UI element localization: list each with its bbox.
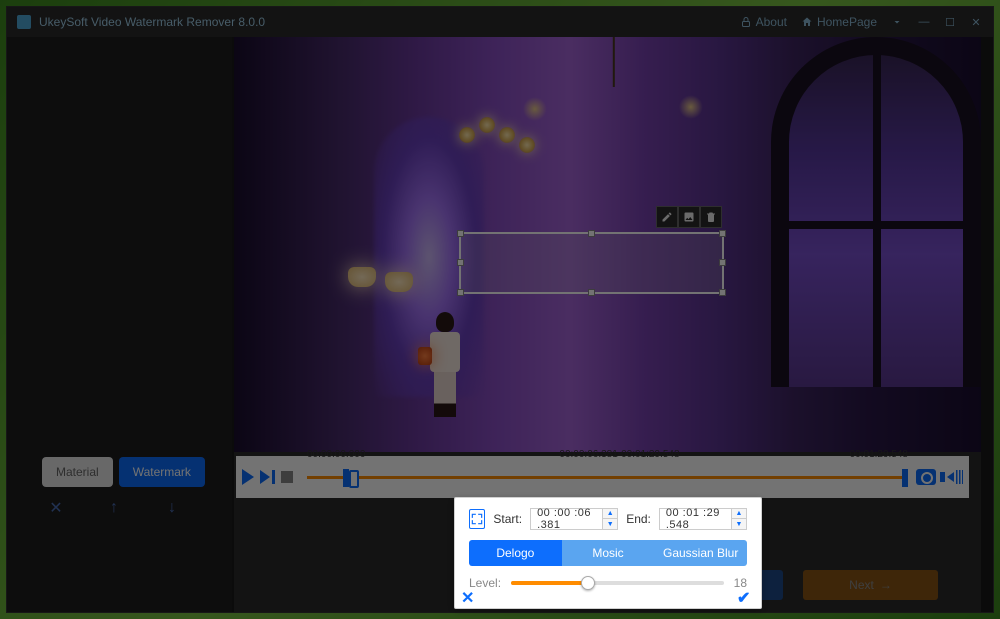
effect-tabs: Delogo Mosic Gaussian Blur <box>469 540 747 566</box>
chevron-down-icon <box>891 16 903 28</box>
timeline-labels: 00:00:00.000 00:00:06.381-00:01:29.548 0… <box>307 449 908 460</box>
resize-handle-ne[interactable] <box>719 230 726 237</box>
trash-icon <box>705 211 717 223</box>
video-frame[interactable] <box>234 37 981 452</box>
expand-icon <box>470 512 484 526</box>
timeline-track[interactable]: 00:00:00.000 00:00:06.381-00:01:29.548 0… <box>307 467 908 487</box>
sidebar-actions: ✕ ↑ ↓ <box>47 499 181 517</box>
watermark-settings-panel: Start: 00 :00 :06 .381 ▲▼ End: 00 :01 :2… <box>454 497 762 609</box>
tab-mosic[interactable]: Mosic <box>562 540 655 566</box>
end-time-input[interactable]: 00 :01 :29 .548 ▲▼ <box>659 508 747 530</box>
selection-toolbar <box>656 206 722 228</box>
play-icon <box>242 469 254 485</box>
start-time-down[interactable]: ▼ <box>603 519 617 529</box>
material-toggle[interactable]: Material <box>42 457 113 487</box>
start-time-input[interactable]: 00 :00 :06 .381 ▲▼ <box>530 508 618 530</box>
maximize-button[interactable]: ☐ <box>943 15 957 29</box>
watermark-toggle[interactable]: Watermark <box>119 457 205 487</box>
arrow-right-icon: → <box>880 578 892 592</box>
level-slider[interactable] <box>511 581 724 585</box>
homepage-link[interactable]: HomePage <box>801 15 877 29</box>
panel-confirm-button[interactable]: ✔ <box>737 588 753 604</box>
move-up-button[interactable]: ↑ <box>105 499 123 517</box>
play-button[interactable] <box>242 469 254 485</box>
window-controls: — ☐ ✕ <box>917 15 983 29</box>
level-slider-thumb[interactable] <box>581 576 595 590</box>
start-time-value: 00 :00 :06 .381 <box>531 507 602 531</box>
titlebar: UkeySoft Video Watermark Remover 8.0.0 A… <box>7 7 993 37</box>
time-start-label: 00:00:00.000 <box>307 449 365 460</box>
app-logo-icon <box>17 15 31 29</box>
next-button[interactable]: Next→ <box>803 570 938 600</box>
snapshot-button[interactable] <box>916 469 936 485</box>
resize-handle-n[interactable] <box>588 230 595 237</box>
delete-selection-button[interactable] <box>700 206 722 228</box>
window-title: UkeySoft Video Watermark Remover 8.0.0 <box>39 15 726 29</box>
pencil-icon <box>661 211 673 223</box>
stop-button[interactable] <box>281 471 293 483</box>
start-time-label: Start: <box>493 512 522 526</box>
tab-delogo[interactable]: Delogo <box>469 540 562 566</box>
panel-cancel-button[interactable]: ✕ <box>461 588 477 604</box>
resize-handle-e[interactable] <box>719 259 726 266</box>
resize-handle-nw[interactable] <box>457 230 464 237</box>
toggle-group: Material Watermark <box>42 457 205 487</box>
end-time-down[interactable]: ▼ <box>732 519 746 529</box>
stop-icon <box>281 471 293 483</box>
time-range-label: 00:00:06.381-00:01:29.548 <box>559 449 679 460</box>
play-range-icon <box>260 470 275 484</box>
person-figure <box>426 312 464 422</box>
move-down-button[interactable]: ↓ <box>163 499 181 517</box>
home-icon <box>801 16 813 28</box>
about-link[interactable]: About <box>740 15 787 29</box>
timeline: 00:00:00.000 00:00:06.381-00:01:29.548 0… <box>236 456 969 498</box>
end-time-up[interactable]: ▲ <box>732 509 746 519</box>
remove-item-button[interactable]: ✕ <box>47 499 65 517</box>
watermark-selection[interactable] <box>459 232 724 294</box>
resize-handle-w[interactable] <box>457 259 464 266</box>
expand-panel-button[interactable] <box>469 509 485 529</box>
start-time-up[interactable]: ▲ <box>603 509 617 519</box>
resize-handle-sw[interactable] <box>457 289 464 296</box>
resize-handle-s[interactable] <box>588 289 595 296</box>
edit-selection-button[interactable] <box>656 206 678 228</box>
volume-button[interactable] <box>940 470 963 484</box>
time-end-label: 00:01:29.548 <box>850 449 908 460</box>
end-time-value: 00 :01 :29 .548 <box>660 507 731 531</box>
playhead[interactable] <box>349 470 359 488</box>
menu-dropdown[interactable] <box>891 16 903 28</box>
about-label: About <box>756 15 787 29</box>
homepage-label: HomePage <box>817 15 877 29</box>
lock-icon <box>740 16 752 28</box>
tab-gaussian-blur[interactable]: Gaussian Blur <box>654 540 747 566</box>
selection-image-button[interactable] <box>678 206 700 228</box>
sidebar: Material Watermark ✕ ↑ ↓ <box>7 37 232 612</box>
image-icon <box>683 211 695 223</box>
resize-handle-se[interactable] <box>719 289 726 296</box>
end-time-label: End: <box>626 512 651 526</box>
play-range-button[interactable] <box>260 470 275 484</box>
minimize-button[interactable]: — <box>917 15 931 29</box>
close-button[interactable]: ✕ <box>969 15 983 29</box>
range-end-handle[interactable] <box>902 469 908 487</box>
